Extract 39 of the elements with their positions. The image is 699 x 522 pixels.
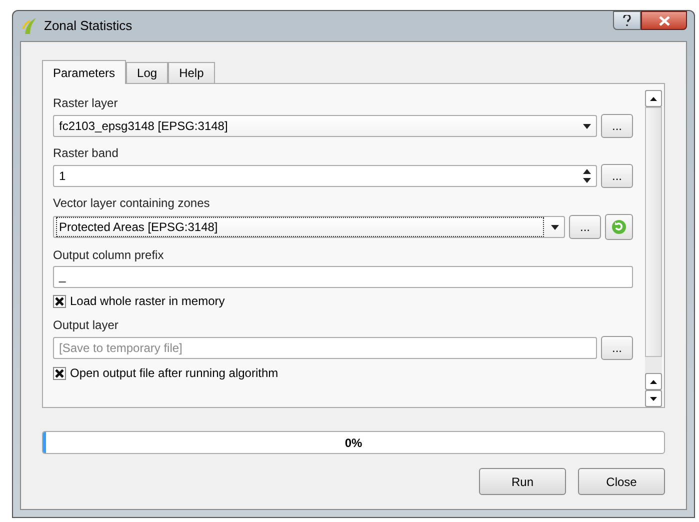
tab[interactable]: Parameters	[42, 60, 126, 84]
field-label: Output column prefix	[53, 247, 165, 264]
scroll-up-icon	[650, 96, 657, 100]
tab[interactable]: Help	[168, 62, 215, 83]
refresh-button[interactable]	[605, 214, 633, 240]
spin-arrows-icon	[583, 169, 591, 183]
checkbox-label: Load whole raster in memory	[70, 293, 225, 310]
dropdown-arrow-icon	[583, 124, 591, 128]
checkbox-label: Open output file after running algorithm	[70, 365, 278, 382]
dialog-button[interactable]: Close	[578, 468, 665, 495]
field-label: Vector layer containing zones	[53, 195, 211, 212]
checkbox[interactable]	[53, 366, 66, 380]
band-spinbox[interactable]: 1	[53, 165, 597, 187]
output-layer-input[interactable]: [Save to temporary file]	[53, 337, 597, 359]
browse-button[interactable]: ...	[569, 215, 601, 239]
scrollbar[interactable]	[645, 90, 662, 407]
refresh-icon	[611, 219, 627, 235]
scroll-up-icon	[650, 380, 657, 384]
checkbox[interactable]	[53, 294, 66, 308]
dialog-button[interactable]: Run	[479, 468, 566, 495]
close-icon	[658, 16, 670, 26]
field-label: Output layer	[53, 317, 120, 334]
prefix-input[interactable]: _	[53, 266, 633, 288]
layer-dropdown[interactable]: fc2103_epsg3148 [EPSG:3148]	[53, 115, 597, 137]
browse-button[interactable]: ...	[601, 164, 633, 188]
scroll-down-icon	[650, 396, 657, 400]
dropdown-arrow-icon	[551, 224, 559, 230]
browse-button[interactable]: ...	[601, 114, 633, 138]
window-title: Zonal Statistics	[44, 17, 134, 36]
layer-dropdown[interactable]: Protected Areas [EPSG:3148]	[53, 216, 565, 238]
browse-button[interactable]: ...	[601, 336, 633, 360]
field-label: Raster layer	[53, 95, 119, 112]
help-icon	[623, 15, 631, 26]
tab[interactable]: Log	[126, 62, 168, 83]
field-label: Raster band	[53, 145, 120, 162]
help-button[interactable]	[613, 11, 641, 30]
app-logo-icon	[22, 17, 38, 35]
progress-text: 0%	[344, 434, 364, 452]
close-button[interactable]	[641, 11, 687, 30]
